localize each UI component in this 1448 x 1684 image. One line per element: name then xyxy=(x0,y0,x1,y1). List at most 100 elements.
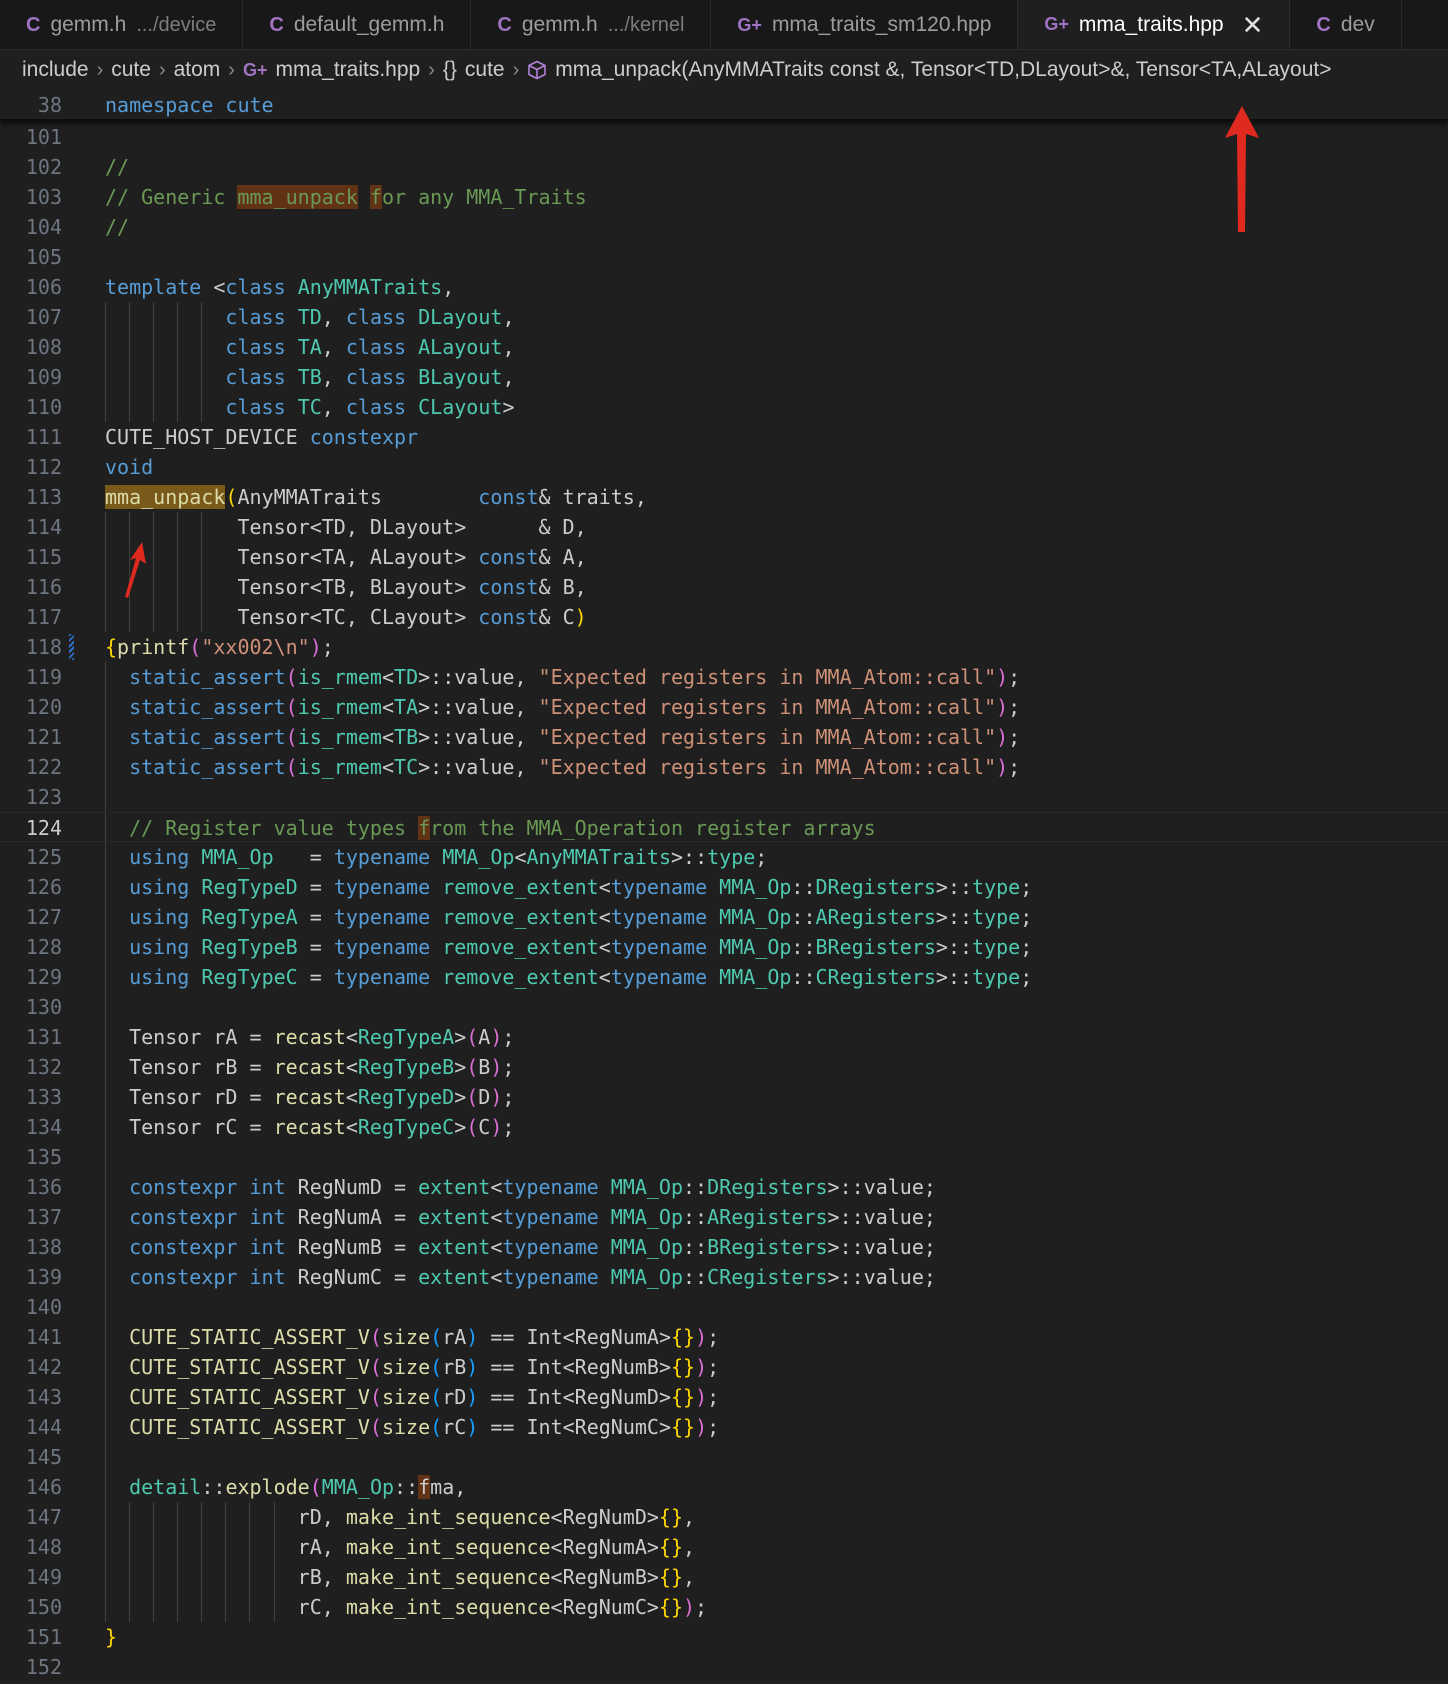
code-line[interactable]: 145 xyxy=(0,1442,1448,1472)
code-line[interactable]: 147 rD, make_int_sequence<RegNumD>{}, xyxy=(0,1502,1448,1532)
code-line[interactable]: 125 using MMA_Op = typename MMA_Op<AnyMM… xyxy=(0,842,1448,872)
code-line[interactable]: 108 class TA, class ALayout, xyxy=(0,332,1448,362)
tab-default-gemm-h[interactable]: Cdefault_gemm.h xyxy=(243,0,472,49)
code-line[interactable]: 126 using RegTypeD = typename remove_ext… xyxy=(0,872,1448,902)
code-line[interactable]: 101 xyxy=(0,122,1448,152)
code-line[interactable]: 133 Tensor rD = recast<RegTypeD>(D); xyxy=(0,1082,1448,1112)
code-line[interactable]: 124 // Register value types from the MMA… xyxy=(0,812,1448,843)
tab-mma-traits-hpp[interactable]: G+ mma_traits.hpp ✕ xyxy=(1018,0,1291,49)
indent-guide xyxy=(105,1292,106,1322)
code-token: MMA_Op xyxy=(610,1205,684,1229)
code-token: CUTE_STATIC_ASSERT_V xyxy=(129,1325,370,1349)
code-text: Tensor rD = recast<RegTypeD>(D); xyxy=(105,1082,514,1112)
code-token: ) xyxy=(490,1115,503,1139)
code-line[interactable]: 151} xyxy=(0,1622,1448,1652)
code-line[interactable]: 102// xyxy=(0,152,1448,182)
code-token: ; xyxy=(707,1385,720,1409)
code-line[interactable]: 105 xyxy=(0,242,1448,272)
git-modified-gutter-marker[interactable] xyxy=(69,634,74,660)
code-token: ; xyxy=(707,1415,720,1439)
code-line[interactable]: 127 using RegTypeA = typename remove_ext… xyxy=(0,902,1448,932)
sticky-line[interactable]: 38 namespace cute xyxy=(0,90,1448,120)
code-token: ; xyxy=(502,1025,515,1049)
code-line[interactable]: 141 CUTE_STATIC_ASSERT_V(size(rA) == Int… xyxy=(0,1322,1448,1352)
code-token: BRegisters xyxy=(707,1235,828,1259)
line-number: 139 xyxy=(25,1265,62,1289)
tab-gemm-h[interactable]: Cgemm.h .../kernel xyxy=(471,0,712,49)
code-line[interactable]: 121 static_assert(is_rmem<TB>::value, "E… xyxy=(0,722,1448,752)
code-token: , xyxy=(502,335,515,359)
code-line[interactable]: 109 class TB, class BLayout, xyxy=(0,362,1448,392)
tab-label: default_gemm.h xyxy=(293,13,445,36)
code-line[interactable]: 119 static_assert(is_rmem<TD>::value, "E… xyxy=(0,662,1448,692)
code-line[interactable]: 129 using RegTypeC = typename remove_ext… xyxy=(0,962,1448,992)
code-line[interactable]: 139 constexpr int RegNumC = extent<typen… xyxy=(0,1262,1448,1292)
breadcrumb-cute-folder[interactable]: cute xyxy=(111,58,151,82)
line-number: 126 xyxy=(25,875,62,899)
breadcrumb-include[interactable]: include xyxy=(22,58,89,82)
sticky-scroll-header[interactable]: 38 namespace cute xyxy=(0,90,1448,120)
code-line[interactable]: 106 template <class AnyMMATraits, xyxy=(0,272,1448,302)
code-token: D xyxy=(478,1085,491,1109)
code-line[interactable]: 143 CUTE_STATIC_ASSERT_V(size(rD) == Int… xyxy=(0,1382,1448,1412)
code-line[interactable]: 136 constexpr int RegNumD = extent<typen… xyxy=(0,1172,1448,1202)
code-line[interactable]: 111 CUTE_HOST_DEVICE constexpr xyxy=(0,422,1448,452)
code-text: rC, make_int_sequence<RegNumC>{}); xyxy=(105,1592,707,1622)
code-line[interactable]: 135 xyxy=(0,1142,1448,1172)
code-line[interactable]: 120 static_assert(is_rmem<TA>::value, "E… xyxy=(0,692,1448,722)
tab-dev[interactable]: Cdev xyxy=(1290,0,1402,49)
code-line[interactable]: 107 class TD, class DLayout, xyxy=(0,302,1448,332)
code-line[interactable]: 116 Tensor<TB, BLayout> const& B, xyxy=(0,572,1448,602)
code-text: CUTE_STATIC_ASSERT_V(size(rA) == Int<Reg… xyxy=(105,1322,719,1352)
code-token: ) xyxy=(574,605,587,629)
code-line[interactable]: 137 constexpr int RegNumA = extent<typen… xyxy=(0,1202,1448,1232)
code-token: , xyxy=(683,1565,696,1589)
code-line[interactable]: 104 // xyxy=(0,212,1448,242)
code-line[interactable]: 134 Tensor rC = recast<RegTypeC>(C); xyxy=(0,1112,1448,1142)
code-line[interactable]: 148 rA, make_int_sequence<RegNumA>{}, xyxy=(0,1532,1448,1562)
code-line[interactable]: 128 using RegTypeB = typename remove_ext… xyxy=(0,932,1448,962)
code-line[interactable]: 114 Tensor<TD, DLayout> & D, xyxy=(0,512,1448,542)
code-text: static_assert(is_rmem<TC>::value, "Expec… xyxy=(105,752,1020,782)
code-line[interactable]: 149 rB, make_int_sequence<RegNumB>{}, xyxy=(0,1562,1448,1592)
chevron-right-icon: › xyxy=(428,58,435,81)
tab-gemm-h[interactable]: Cgemm.h .../device xyxy=(0,0,244,49)
code-token: MMA_Op xyxy=(321,1475,395,1499)
breadcrumb-symbol[interactable]: mma_unpack(AnyMMATraits const &, Tensor<… xyxy=(555,58,1331,82)
code-line[interactable]: 103// Generic mma_unpack for any MMA_Tra… xyxy=(0,182,1448,212)
tab-mma-traits-sm120-hpp[interactable]: G+ mma_traits_sm120.hpp xyxy=(711,0,1019,49)
code-line[interactable]: 113 mma_unpack(AnyMMATraits const& traits… xyxy=(0,482,1448,512)
code-line[interactable]: 112 void xyxy=(0,452,1448,482)
code-line[interactable]: 146 detail::explode(MMA_Op::fma, xyxy=(0,1472,1448,1502)
code-editor[interactable]: 101 102//103// Generic mma_unpack for any… xyxy=(0,122,1448,1684)
code-line[interactable]: 138 constexpr int RegNumB = extent<typen… xyxy=(0,1232,1448,1262)
code-token: ; xyxy=(707,1325,720,1349)
code-line[interactable]: 140 xyxy=(0,1292,1448,1322)
line-number: 136 xyxy=(25,1175,62,1199)
breadcrumb-namespace-cute[interactable]: cute xyxy=(465,58,505,82)
code-line[interactable]: 152 xyxy=(0,1652,1448,1682)
code-line[interactable]: 110 class TC, class CLayout> xyxy=(0,392,1448,422)
code-line[interactable]: 118 {printf("xx002\n"); xyxy=(0,632,1448,662)
code-line[interactable]: 131 Tensor rA = recast<RegTypeA>(A); xyxy=(0,1022,1448,1052)
code-text: constexpr int RegNumA = extent<typename … xyxy=(105,1202,936,1232)
code-line[interactable]: 132 Tensor rB = recast<RegTypeB>(B); xyxy=(0,1052,1448,1082)
breadcrumb-file[interactable]: mma_traits.hpp xyxy=(275,58,420,82)
close-icon[interactable]: ✕ xyxy=(1242,12,1264,38)
breadcrumb-atom[interactable]: atom xyxy=(174,58,221,82)
code-token: CUTE_STATIC_ASSERT_V xyxy=(129,1415,370,1439)
code-line[interactable]: 144 CUTE_STATIC_ASSERT_V(size(rC) == Int… xyxy=(0,1412,1448,1442)
code-line[interactable]: 130 xyxy=(0,992,1448,1022)
code-line[interactable]: 142 CUTE_STATIC_ASSERT_V(size(rB) == Int… xyxy=(0,1352,1448,1382)
code-line[interactable]: 115 Tensor<TA, ALayout> const& A, xyxy=(0,542,1448,572)
code-token: , xyxy=(502,365,515,389)
c-file-icon: C xyxy=(497,13,512,36)
code-line[interactable]: 122 static_assert(is_rmem<TC>::value, "E… xyxy=(0,752,1448,782)
code-line[interactable]: 117 Tensor<TC, CLayout> const& C) xyxy=(0,602,1448,632)
code-line[interactable]: 123 xyxy=(0,782,1448,812)
code-line[interactable]: 150 rC, make_int_sequence<RegNumC>{}); xyxy=(0,1592,1448,1622)
